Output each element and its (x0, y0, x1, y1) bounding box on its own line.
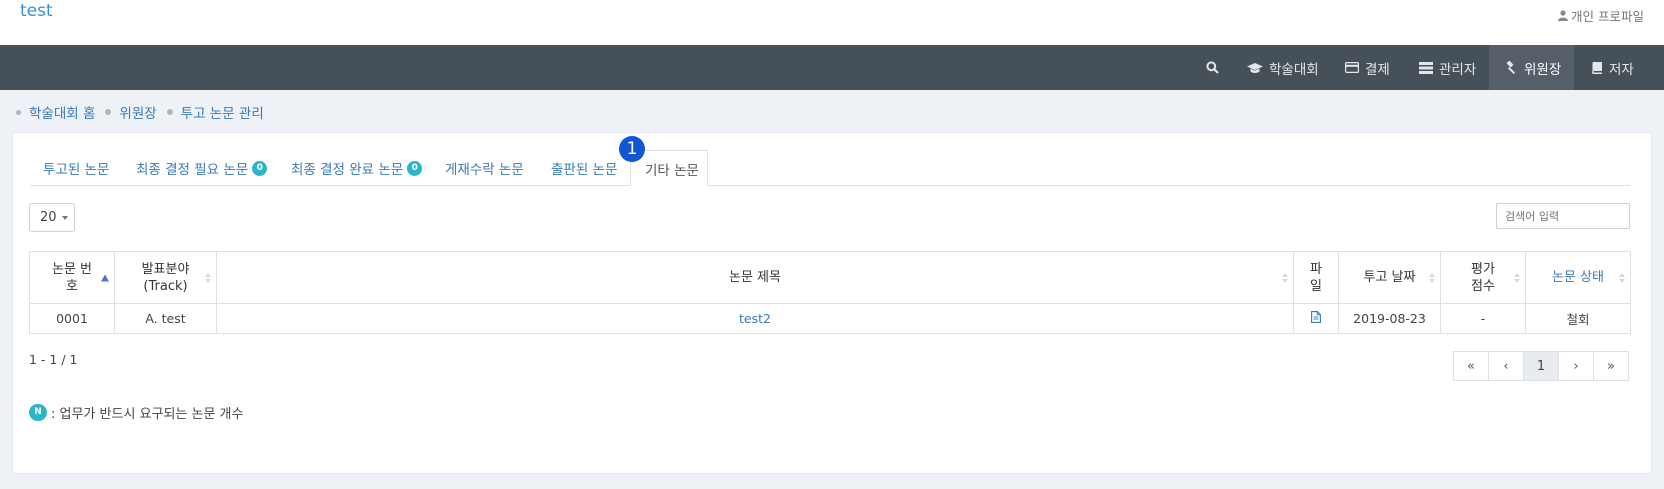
result-count: 1 - 1 / 1 (29, 352, 78, 367)
file-icon[interactable] (1311, 311, 1321, 323)
legend-badge: N (29, 404, 47, 421)
column-header-track[interactable]: 발표분야 (Track) (114, 251, 217, 304)
page-current-button[interactable]: 1 (1523, 351, 1559, 381)
tab-label: 기타 논문 (645, 163, 699, 179)
gavel-icon (1506, 61, 1516, 74)
nav-item-author[interactable]: 저자 (1591, 45, 1634, 90)
book-icon (1592, 61, 1602, 74)
search-input[interactable] (1496, 203, 1630, 229)
paper-title-link[interactable]: test2 (739, 311, 771, 326)
header-text: (Track) (143, 278, 188, 294)
user-icon (1558, 10, 1569, 21)
cell-date: 2019-08-23 (1338, 303, 1441, 334)
tab-submitted[interactable]: 투고된 논문 (43, 158, 109, 178)
sort-icon (1429, 272, 1435, 283)
count-badge: 0 (407, 160, 423, 176)
nav-item-conference[interactable]: 학술대회 (1247, 45, 1319, 90)
caret-down-icon (61, 215, 68, 220)
cell-file (1293, 303, 1339, 334)
search-icon (1206, 61, 1219, 74)
tab-label: 최종 결정 필요 논문 (136, 162, 249, 178)
nav-search-button[interactable] (1200, 45, 1225, 90)
page-size-select[interactable]: 20 (29, 203, 75, 232)
page-first-button[interactable]: « (1453, 351, 1489, 381)
header-text: 점수 (1471, 278, 1495, 294)
breadcrumb-current[interactable]: 투고 논문 관리 (181, 102, 264, 122)
tab-label: 최종 결정 완료 논문 (291, 162, 404, 178)
tab-label: 게재수락 논문 (445, 162, 524, 178)
count-badge: 0 (252, 160, 268, 176)
header-text: 논문 번 (51, 261, 92, 277)
server-icon (1419, 61, 1433, 74)
step-marker: 1 (619, 136, 645, 162)
credit-card-icon (1345, 62, 1359, 73)
nav-item-label: 관리자 (1439, 61, 1477, 78)
brand-title[interactable]: test (20, 1, 53, 21)
cell-title: test2 (216, 303, 1294, 334)
breadcrumb-chair[interactable]: 위원장 (119, 102, 156, 122)
main-navbar: 학술대회 결제 관리자 위원장 저자 (0, 45, 1664, 90)
tab-accepted[interactable]: 게재수락 논문 (445, 158, 524, 178)
sort-icon (1282, 272, 1288, 283)
profile-label: 개인 프로파일 (1571, 9, 1644, 24)
cell-track: A. test (114, 303, 217, 334)
tab-label: 투고된 논문 (43, 162, 110, 178)
nav-item-label: 위원장 (1524, 61, 1562, 78)
column-header-file: 파 일 (1293, 251, 1339, 304)
tab-final-decision-needed[interactable]: 최종 결정 필요 논문 0 (136, 158, 268, 178)
tabs-divider (30, 185, 1630, 186)
header-text: 파 (1310, 261, 1322, 277)
table-header-row: 논문 번 호 발표분야 (Track) 논문 제목 파 일 투고 날짜 평가 점… (29, 251, 1631, 304)
header-text: 호 (66, 278, 78, 294)
column-header-number[interactable]: 논문 번 호 (29, 251, 115, 304)
breadcrumb-dot (105, 109, 112, 115)
top-bar: test 개인 프로파일 (0, 0, 1664, 45)
header-text: 평가 (1471, 261, 1495, 277)
cell-score: - (1440, 303, 1526, 334)
tab-label: 출판된 논문 (551, 162, 618, 178)
legend-text: : 업무가 반드시 요구되는 논문 개수 (51, 407, 244, 422)
sort-icon (1514, 272, 1520, 283)
page-last-button[interactable]: » (1593, 351, 1629, 381)
nav-item-chair[interactable]: 위원장 (1489, 45, 1574, 90)
breadcrumb-home[interactable]: 학술대회 홈 (29, 102, 95, 122)
header-text: 논문 제목 (729, 270, 781, 285)
page-prev-button[interactable]: ‹ (1488, 351, 1524, 381)
header-text: 발표분야 (141, 261, 190, 277)
breadcrumb: 학술대회 홈 위원장 투고 논문 관리 (16, 102, 274, 122)
sort-asc-icon (101, 274, 109, 281)
pagination: « ‹ 1 › » (1453, 351, 1629, 381)
nav-item-label: 결제 (1365, 61, 1390, 78)
breadcrumb-dot (16, 109, 21, 115)
tab-final-decision-done[interactable]: 최종 결정 완료 논문 0 (291, 158, 423, 178)
column-header-date[interactable]: 투고 날짜 (1338, 251, 1441, 304)
page-size-value: 20 (40, 210, 57, 225)
papers-table: 논문 번 호 발표분야 (Track) 논문 제목 파 일 투고 날짜 평가 점… (29, 251, 1631, 334)
breadcrumb-dot (166, 109, 173, 115)
column-header-score[interactable]: 평가 점수 (1440, 251, 1526, 304)
column-header-title[interactable]: 논문 제목 (216, 251, 1294, 304)
graduation-cap-icon (1247, 62, 1263, 73)
sort-icon (1619, 272, 1625, 283)
nav-item-payment[interactable]: 결제 (1345, 45, 1390, 90)
legend-note: N : 업무가 반드시 요구되는 논문 개수 (29, 403, 243, 422)
header-text: 논문 상태 (1552, 270, 1604, 285)
nav-item-label: 학술대회 (1269, 61, 1319, 78)
nav-item-admin[interactable]: 관리자 (1419, 45, 1476, 90)
header-text: 투고 날짜 (1363, 270, 1416, 285)
cell-status: 철회 (1525, 303, 1631, 334)
tab-published[interactable]: 출판된 논문 (551, 158, 617, 178)
table-row: 0001 A. test test2 2019-08-23 - 철회 (29, 303, 1631, 334)
profile-link[interactable]: 개인 프로파일 (1558, 6, 1644, 25)
column-header-status[interactable]: 논문 상태 (1525, 251, 1631, 304)
header-text: 일 (1310, 278, 1322, 294)
page-next-button[interactable]: › (1558, 351, 1594, 381)
nav-item-label: 저자 (1609, 61, 1634, 78)
cell-number: 0001 (29, 303, 115, 334)
sort-icon (205, 272, 211, 283)
